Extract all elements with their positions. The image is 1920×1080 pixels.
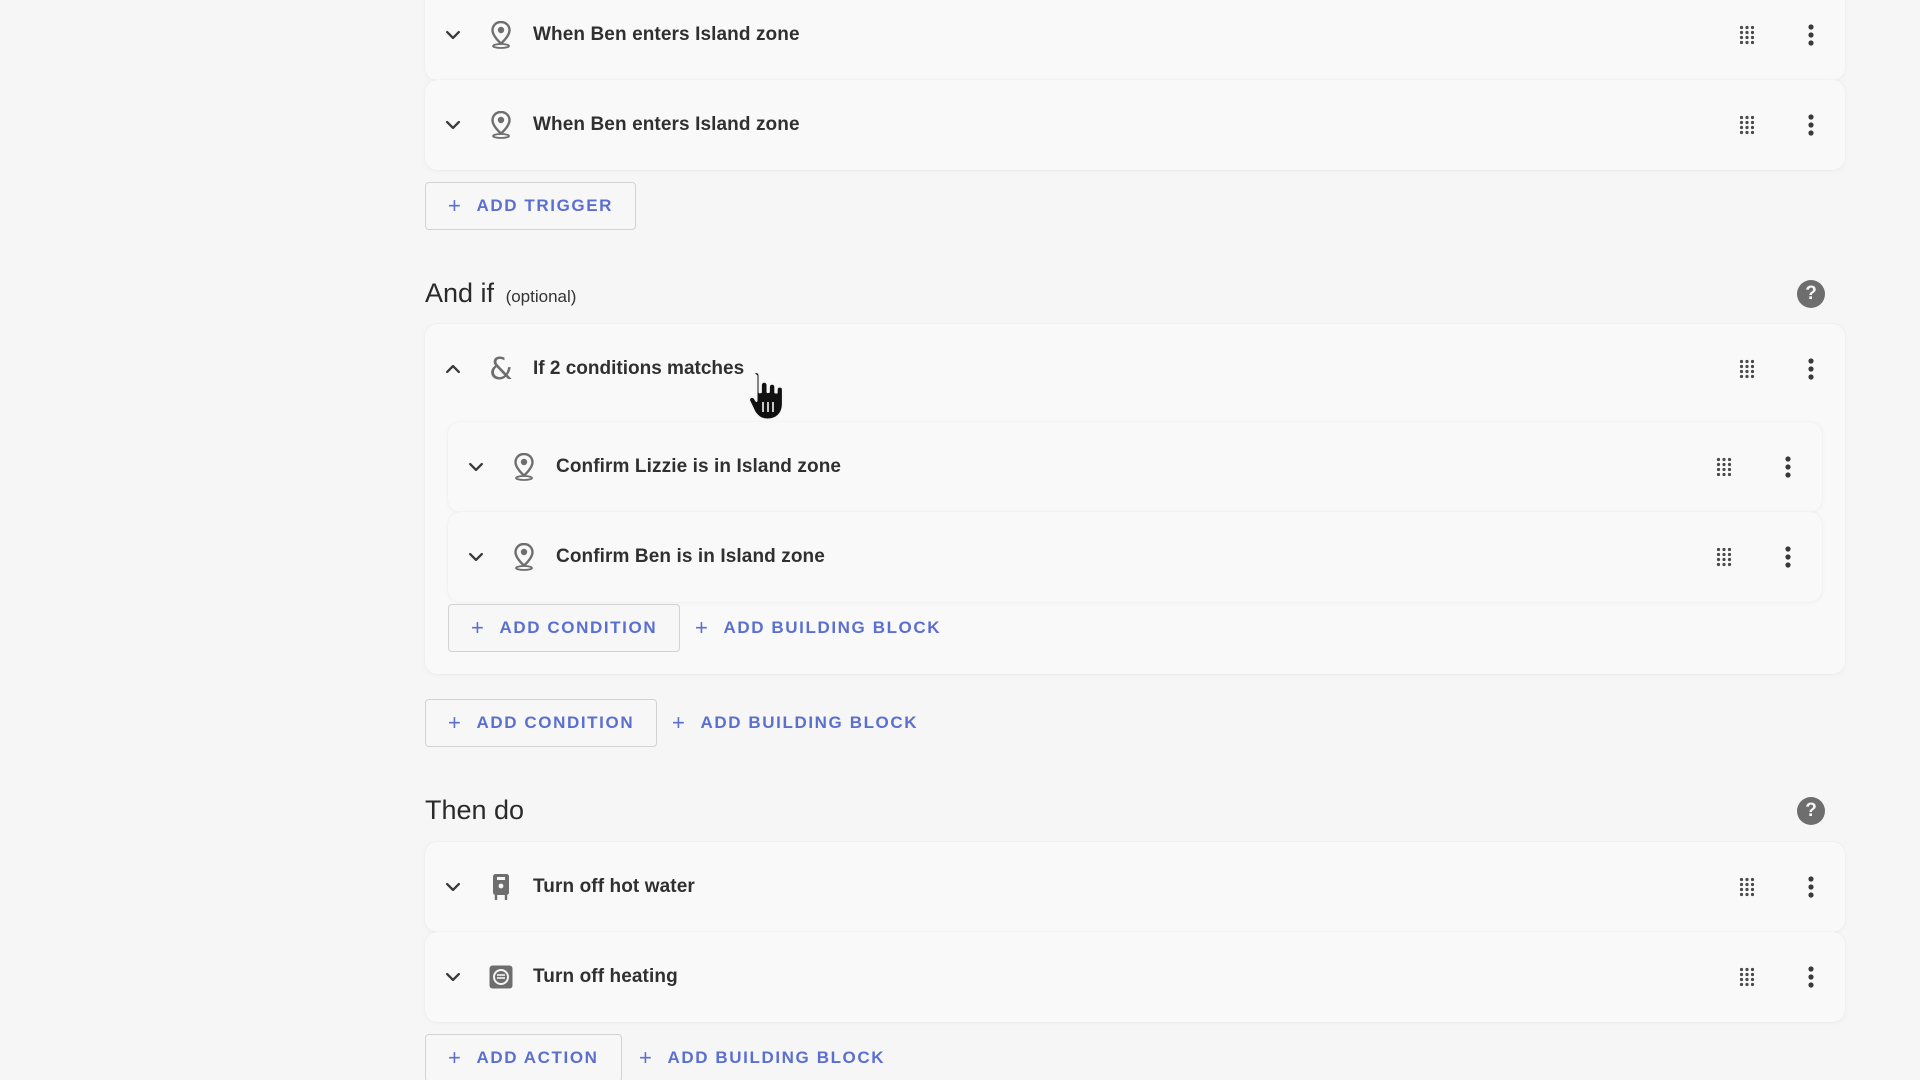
add-building-block-label: ADD BUILDING BLOCK (667, 1048, 886, 1067)
drag-handle-icon[interactable] (1710, 543, 1738, 571)
chevron-down-icon[interactable] (441, 965, 465, 989)
more-vert-icon[interactable] (1797, 873, 1825, 901)
condition-label: Confirm Ben is in Island zone (556, 546, 825, 567)
drag-handle-icon[interactable] (1733, 355, 1761, 383)
water-boiler-icon (487, 873, 515, 901)
map-marker-icon (510, 543, 538, 571)
action-label: Turn off hot water (533, 876, 695, 897)
add-building-block-label: ADD BUILDING BLOCK (723, 618, 942, 637)
add-building-block-label: ADD BUILDING BLOCK (700, 713, 919, 732)
condition-group-card: & If 2 conditions matches Confirm Lizzie… (425, 324, 1845, 674)
hand-pointer-cursor-icon (742, 368, 790, 429)
action-row[interactable]: Turn off hot water (425, 842, 1845, 932)
thermostat-icon (487, 963, 515, 991)
action-label: Turn off heating (533, 966, 678, 987)
condition-row[interactable]: Confirm Ben is in Island zone (448, 512, 1822, 602)
add-condition-label: ADD CONDITION (499, 618, 658, 637)
help-icon[interactable]: ? (1797, 797, 1825, 825)
map-marker-icon (487, 21, 515, 49)
add-building-block-button[interactable]: + ADD BUILDING BLOCK (650, 699, 940, 747)
plus-icon: + (639, 1045, 654, 1070)
add-condition-label: ADD CONDITION (476, 713, 635, 732)
plus-icon: + (695, 615, 710, 640)
drag-handle-icon[interactable] (1733, 963, 1761, 991)
add-trigger-button[interactable]: + ADD TRIGGER (425, 182, 637, 230)
chevron-up-icon[interactable] (441, 357, 465, 381)
conditions-section-title: And if (optional) (425, 278, 576, 309)
plus-icon: + (672, 710, 687, 735)
ampersand-icon: & (489, 351, 513, 387)
add-condition-button[interactable]: + ADD CONDITION (448, 604, 681, 652)
condition-group-label: If 2 conditions matches (533, 358, 745, 379)
add-building-block-button[interactable]: + ADD BUILDING BLOCK (673, 604, 963, 652)
add-action-label: ADD ACTION (476, 1048, 599, 1067)
plus-icon: + (448, 710, 463, 735)
trigger-row[interactable]: When Ben enters Island zone (425, 80, 1845, 170)
more-vert-icon[interactable] (1797, 111, 1825, 139)
more-vert-icon[interactable] (1797, 21, 1825, 49)
map-marker-icon (510, 453, 538, 481)
map-marker-icon (487, 111, 515, 139)
condition-row[interactable]: Confirm Lizzie is in Island zone (448, 422, 1822, 512)
actions-section-title: Then do (425, 795, 525, 825)
chevron-down-icon[interactable] (441, 23, 465, 47)
drag-handle-icon[interactable] (1733, 21, 1761, 49)
add-building-block-button[interactable]: + ADD BUILDING BLOCK (617, 1034, 907, 1080)
help-icon[interactable]: ? (1797, 280, 1825, 308)
optional-label: (optional) (505, 287, 577, 306)
drag-handle-icon[interactable] (1733, 873, 1761, 901)
chevron-down-icon[interactable] (464, 455, 488, 479)
plus-icon: + (471, 615, 486, 640)
condition-label: Confirm Lizzie is in Island zone (556, 456, 842, 477)
add-trigger-label: ADD TRIGGER (476, 196, 614, 215)
more-vert-icon[interactable] (1797, 963, 1825, 991)
chevron-down-icon[interactable] (464, 545, 488, 569)
chevron-down-icon[interactable] (441, 113, 465, 137)
automation-editor: When Ben enters Island zone When Ben ent… (0, 0, 1920, 1080)
more-vert-icon[interactable] (1797, 355, 1825, 383)
trigger-label: When Ben enters Island zone (533, 24, 800, 45)
plus-icon: + (448, 1045, 463, 1070)
trigger-row[interactable]: When Ben enters Island zone (425, 0, 1845, 80)
plus-icon: + (448, 193, 463, 218)
action-row[interactable]: Turn off heating (425, 932, 1845, 1022)
section-title-text: And if (425, 278, 495, 308)
trigger-label: When Ben enters Island zone (533, 114, 800, 135)
drag-handle-icon[interactable] (1733, 111, 1761, 139)
add-action-button[interactable]: + ADD ACTION (425, 1034, 622, 1080)
more-vert-icon[interactable] (1774, 453, 1802, 481)
drag-handle-icon[interactable] (1710, 453, 1738, 481)
more-vert-icon[interactable] (1774, 543, 1802, 571)
add-condition-button[interactable]: + ADD CONDITION (425, 699, 658, 747)
condition-group-header[interactable]: & If 2 conditions matches (425, 324, 1845, 414)
chevron-down-icon[interactable] (441, 875, 465, 899)
